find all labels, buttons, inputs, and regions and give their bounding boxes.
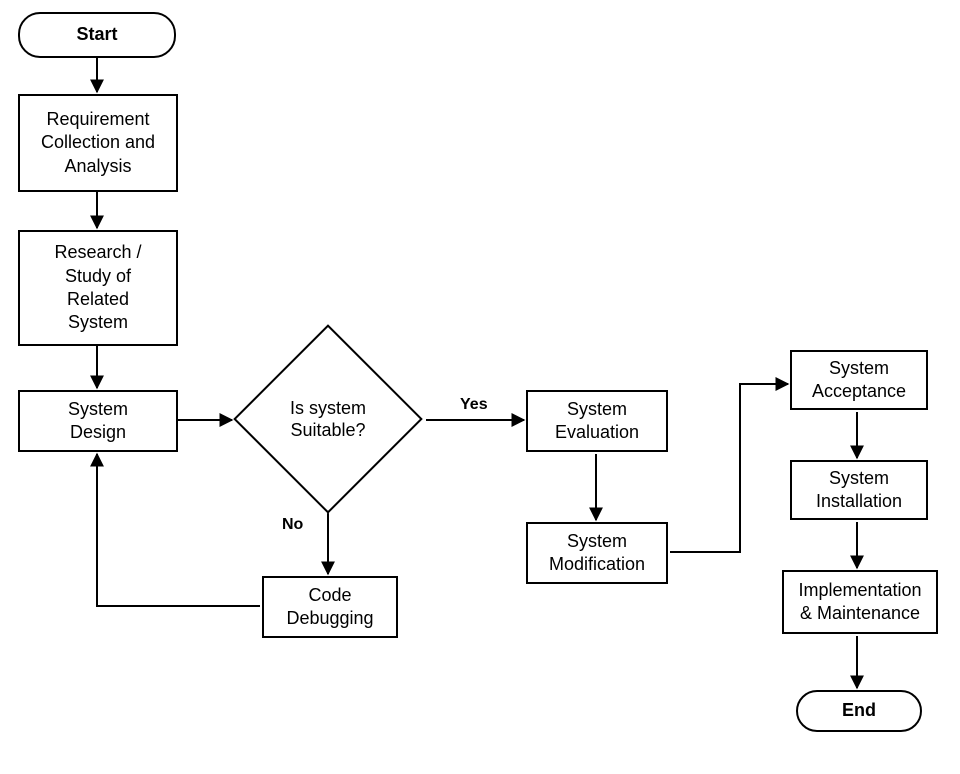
node-end: End [796,690,922,732]
node-research: Research /Study ofRelatedSystem [18,230,178,346]
node-research-label: Research /Study ofRelatedSystem [54,241,141,335]
node-code-debugging: CodeDebugging [262,576,398,638]
node-evaluation-label: SystemEvaluation [555,398,639,445]
node-implementation-maintenance: Implementation& Maintenance [782,570,938,634]
edge-label-no: No [280,516,305,534]
node-evaluation: SystemEvaluation [526,390,668,452]
node-modification-label: SystemModification [549,530,645,577]
node-decision: Is systemSuitable? [261,352,395,486]
node-modification: SystemModification [526,522,668,584]
node-requirements: RequirementCollection andAnalysis [18,94,178,192]
node-requirements-label: RequirementCollection andAnalysis [41,108,155,178]
node-start-label: Start [76,23,117,46]
node-implementation-maintenance-label: Implementation& Maintenance [798,579,921,626]
node-code-debugging-label: CodeDebugging [286,584,373,631]
node-decision-label: Is systemSuitable? [261,352,395,486]
node-end-label: End [842,699,876,722]
node-acceptance-label: SystemAcceptance [812,357,906,404]
node-installation-label: SystemInstallation [816,467,902,514]
edge-label-yes: Yes [458,396,490,414]
node-design: SystemDesign [18,390,178,452]
node-design-label: SystemDesign [68,398,128,445]
node-start: Start [18,12,176,58]
node-installation: SystemInstallation [790,460,928,520]
node-acceptance: SystemAcceptance [790,350,928,410]
flowchart-canvas: Start RequirementCollection andAnalysis … [0,0,960,774]
